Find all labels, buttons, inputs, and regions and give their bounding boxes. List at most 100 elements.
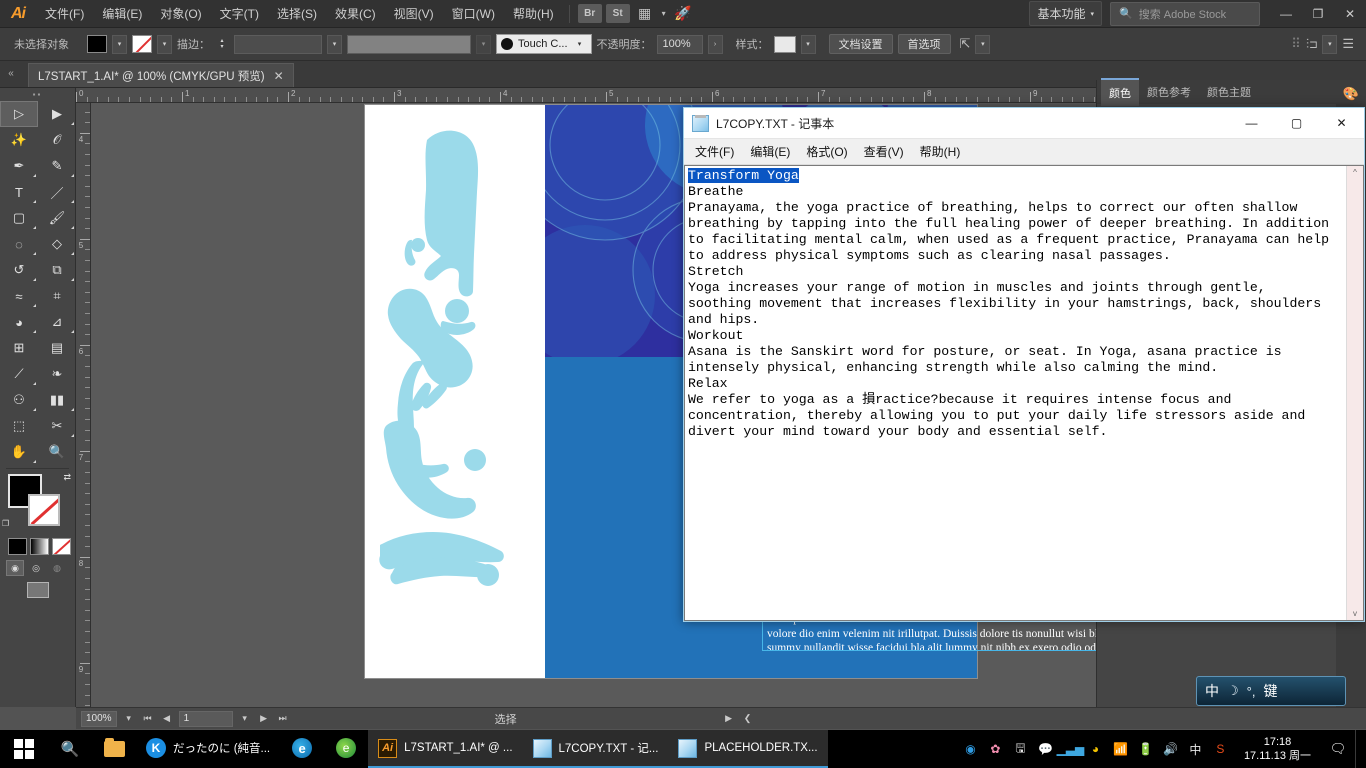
scroll-up-icon[interactable]: ^ [1353, 168, 1357, 177]
ime-mode-label[interactable]: 中 [1205, 681, 1219, 701]
scale-tool[interactable]: ⧉ [38, 257, 76, 283]
type-tool[interactable]: T [0, 179, 38, 205]
hand-tool[interactable]: ✋ [0, 439, 38, 465]
align-icon[interactable]: ⇱ [960, 36, 971, 52]
notepad-menu-edit[interactable]: 编辑(E) [742, 139, 798, 164]
artboard-tool[interactable]: ⬚ [0, 413, 38, 439]
none-mode-button[interactable] [52, 538, 71, 555]
workspace-switcher[interactable]: 基本功能 ▾ [1029, 1, 1102, 26]
ime-cn-icon[interactable]: 中 [1184, 730, 1207, 768]
shape-builder-tool[interactable]: ◕ [0, 309, 38, 335]
artboard-number-input[interactable]: 1 [178, 710, 233, 727]
scroll-down-icon[interactable]: v [1353, 609, 1357, 618]
swap-fill-stroke-icon[interactable]: ⇄ [63, 472, 71, 483]
rocket-icon[interactable]: 🚀 [670, 4, 696, 24]
eraser-tool[interactable]: ◇ [38, 231, 76, 257]
stroke-weight-stepper[interactable]: ▴ ▾ [215, 35, 229, 54]
paintbrush-tool[interactable]: 🖌 [38, 205, 76, 231]
width-tool[interactable]: ≈ [0, 283, 38, 309]
free-transform-tool[interactable]: ⌗ [38, 283, 76, 309]
curvature-tool[interactable]: ✎ [38, 153, 76, 179]
ime-floating-bar[interactable]: 中 ☽ °, 键 [1196, 676, 1346, 706]
notepad-maximize-button[interactable]: ▢ [1274, 108, 1319, 139]
symbol-sprayer-tool[interactable]: ⚇ [0, 387, 38, 413]
distribute-chevron-down-icon[interactable]: ▾ [1322, 34, 1338, 54]
mesh-tool[interactable]: ⊞ [0, 335, 38, 361]
last-artboard-icon[interactable]: ⏭ [276, 713, 290, 724]
stroke-weight-chevron-down-icon[interactable]: ▾ [327, 34, 342, 54]
menu-type[interactable]: 文字(T) [211, 0, 268, 27]
punctuation-mode-label[interactable]: °, [1247, 684, 1256, 699]
search-icon[interactable]: 🔍 [48, 730, 92, 768]
document-setup-button[interactable]: 文档设置 [828, 34, 893, 54]
color-mode-button[interactable] [8, 538, 27, 555]
screen-mode-icon[interactable] [26, 582, 49, 598]
opacity-input[interactable]: 100% [656, 34, 703, 54]
direct-selection-tool[interactable]: ▶ [38, 101, 76, 127]
tab-color-themes[interactable]: 颜色主题 [1199, 79, 1259, 105]
flower-icon[interactable]: ✿ [984, 730, 1007, 768]
blend-tool[interactable]: ❧ [38, 361, 76, 387]
notepad-menu-file[interactable]: 文件(F) [687, 139, 742, 164]
draw-inside-button[interactable]: ◍ [48, 560, 66, 576]
menu-view[interactable]: 视图(V) [385, 0, 443, 27]
taskbar-item-illustrator[interactable]: Ai L7START_1.AI* @ ... [368, 730, 523, 768]
chevron-down-icon[interactable]: ▾ [658, 4, 670, 24]
fill-color-swatch[interactable] [87, 35, 107, 53]
magic-wand-tool[interactable]: ✨ [0, 127, 38, 153]
illustrator-minimize-button[interactable]: — [1270, 0, 1302, 28]
taskbar-item-browser[interactable]: e [324, 730, 368, 768]
default-fill-stroke-icon[interactable]: ❐ [2, 519, 9, 528]
eyedropper-tool[interactable]: ⟋ [0, 361, 38, 387]
battery-icon[interactable]: 🔋 [1134, 730, 1157, 768]
document-tab[interactable]: L7START_1.AI* @ 100% (CMYK/GPU 预览) ✕ [28, 63, 294, 87]
next-artboard-icon[interactable]: ▶ [257, 713, 271, 724]
sogou-icon[interactable]: S [1209, 730, 1232, 768]
file-explorer-icon[interactable] [92, 730, 136, 768]
draw-behind-button[interactable]: ◎ [27, 560, 45, 576]
menu-help[interactable]: 帮助(H) [504, 0, 563, 27]
status-prev-icon[interactable]: ❮ [741, 713, 755, 724]
notepad-menu-format[interactable]: 格式(O) [798, 139, 855, 164]
first-artboard-icon[interactable]: ⏮ [141, 713, 155, 724]
show-desktop-button[interactable] [1355, 730, 1362, 768]
align-chevron-down-icon[interactable]: ▾ [975, 34, 991, 54]
arrange-documents-icon[interactable]: ▦ [632, 4, 658, 24]
distribute-icon[interactable]: ⫶⊐ [1306, 36, 1318, 52]
stroke-color-box[interactable] [28, 494, 60, 526]
notepad-title-bar[interactable]: L7COPY.TXT - 记事本 — ▢ ✕ [684, 108, 1364, 139]
menu-select[interactable]: 选择(S) [268, 0, 326, 27]
selection-tool[interactable]: ▷ [0, 101, 38, 127]
usb-icon[interactable]: 🖫 [1009, 730, 1032, 768]
previous-artboard-icon[interactable]: ◀ [160, 713, 174, 724]
panel-options-icon[interactable]: ☰ [1342, 36, 1360, 52]
menu-edit[interactable]: 编辑(E) [93, 0, 151, 27]
collapse-panel-icon[interactable]: « [0, 60, 22, 87]
menu-file[interactable]: 文件(F) [36, 0, 93, 27]
tools-panel-grip[interactable]: ▪▪ [0, 88, 75, 101]
stroke-swatch-chevron-down-icon[interactable]: ▾ [157, 34, 172, 54]
notepad-menu-help[interactable]: 帮助(H) [912, 139, 969, 164]
gradient-tool[interactable]: ▤ [38, 335, 76, 361]
notepad-text-area[interactable]: Transform Yoga Breathe Pranayama, the yo… [685, 166, 1346, 620]
zoom-level-input[interactable]: 100% [81, 710, 117, 727]
rotate-tool[interactable]: ↺ [0, 257, 38, 283]
menu-effect[interactable]: 效果(C) [326, 0, 385, 27]
tab-color[interactable]: 颜色 [1101, 78, 1139, 106]
taskbar-clock[interactable]: 17:18 17.11.13 周一 [1234, 735, 1321, 763]
stroke-color-swatch[interactable] [132, 35, 152, 53]
preferences-button[interactable]: 首选项 [897, 34, 951, 54]
perspective-grid-tool[interactable]: ⊿ [38, 309, 76, 335]
taskbar-item-notepad-l7copy[interactable]: L7COPY.TXT - 记... [522, 730, 669, 768]
artboard-chevron-down-icon[interactable]: ▾ [238, 713, 252, 724]
fill-swatch-chevron-down-icon[interactable]: ▾ [112, 34, 127, 54]
style-chevron-down-icon[interactable]: ▾ [800, 34, 816, 54]
notepad-window[interactable]: L7COPY.TXT - 记事本 — ▢ ✕ 文件(F) 编辑(E) 格式(O)… [683, 107, 1365, 622]
stroke-profile-chevron-down-icon[interactable]: ▾ [476, 34, 491, 54]
start-button[interactable] [0, 730, 48, 768]
stock-icon[interactable]: St [605, 4, 630, 23]
vertical-ruler[interactable]: 4567891011 [76, 103, 91, 707]
graphic-style-swatch[interactable] [773, 35, 796, 53]
notepad-scrollbar[interactable]: ^ v [1346, 166, 1363, 620]
bridge-icon[interactable]: Br [577, 4, 602, 23]
